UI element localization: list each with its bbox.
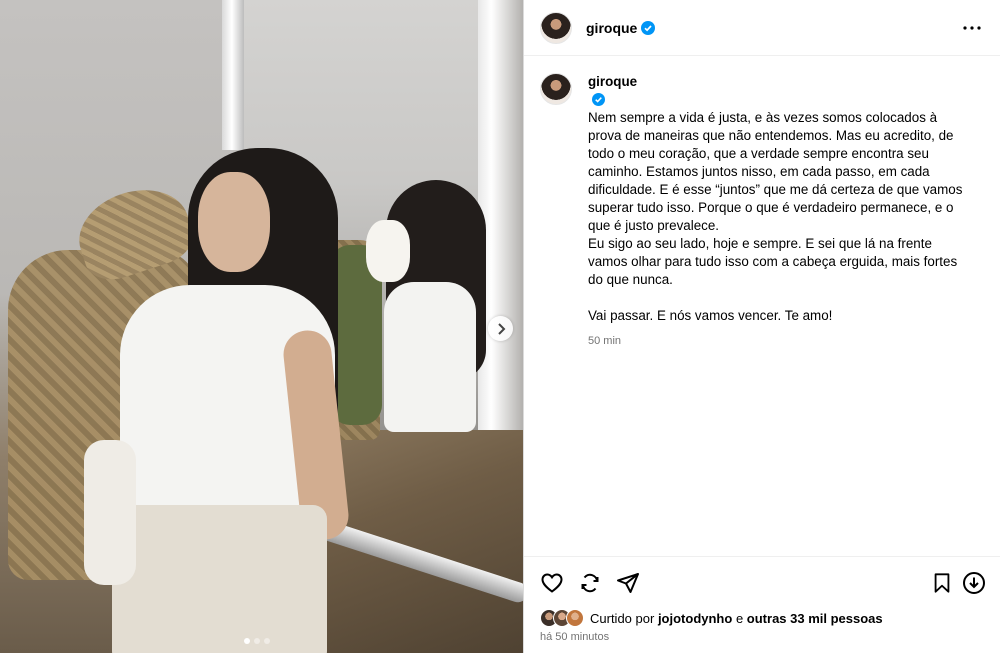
download-icon	[963, 572, 985, 594]
caption-timestamp: 50 min	[588, 335, 622, 347]
like-button[interactable]	[540, 571, 564, 595]
reflection-shirt	[384, 282, 476, 432]
caption-text: giroque Nem sempre a vida é justa, e às …	[588, 73, 968, 325]
caption-username[interactable]: giroque	[588, 74, 637, 89]
download-button[interactable]	[962, 571, 986, 595]
caption-line: Eu sigo ao seu lado, hoje e sempre. E se…	[588, 236, 958, 287]
woman-face	[198, 172, 270, 272]
save-button[interactable]	[930, 571, 954, 595]
carousel-dot-active	[244, 638, 250, 644]
likes-summary: Curtido por jojotodynho e outras 33 mil …	[540, 609, 986, 627]
caption-line: Nem sempre a vida é justa, e às vezes so…	[588, 110, 963, 233]
paper-plane-icon	[617, 573, 639, 593]
caption-area: giroque Nem sempre a vida é justa, e às …	[524, 57, 1000, 555]
carousel-dot	[254, 638, 260, 644]
chevron-right-icon	[497, 322, 505, 335]
likes-user-link[interactable]: jojotodynho	[658, 611, 732, 626]
more-options-button[interactable]	[960, 16, 984, 40]
verified-badge-icon	[641, 20, 656, 35]
likes-prefix: Curtido por	[590, 610, 655, 626]
caption-avatar[interactable]	[540, 73, 572, 105]
white-bag	[84, 440, 136, 585]
carousel-dots	[244, 638, 270, 644]
avatar	[566, 609, 584, 627]
post-timestamp[interactable]: há 50 minutos	[540, 631, 986, 643]
likes-conjunction: e	[735, 610, 744, 626]
woman-pants	[112, 505, 327, 653]
post-header: giroque	[524, 0, 1000, 56]
reflection-hair-bow	[366, 220, 410, 282]
likes-others-link[interactable]: outras 33 mil pessoas	[747, 611, 883, 626]
caption-line: Vai passar. E nós vamos vencer. Te amo!	[588, 308, 833, 323]
more-options-icon	[963, 25, 981, 30]
post-sidebar: giroque giroque Nem sempre a vida é just…	[523, 0, 1000, 653]
username[interactable]: giroque	[586, 20, 637, 36]
post-photo[interactable]	[0, 0, 523, 653]
repost-button[interactable]	[578, 571, 602, 595]
heart-icon	[541, 573, 563, 593]
liker-avatars[interactable]	[540, 609, 584, 627]
light-strip	[222, 0, 244, 150]
carousel-next-button[interactable]	[488, 316, 513, 341]
repost-icon	[581, 573, 599, 593]
verified-badge-icon	[592, 93, 605, 106]
bookmark-icon	[934, 573, 950, 593]
action-bar: Curtido por jojotodynho e outras 33 mil …	[524, 556, 1000, 643]
avatar[interactable]	[540, 11, 572, 44]
share-button[interactable]	[616, 571, 640, 595]
carousel-dot	[264, 638, 270, 644]
